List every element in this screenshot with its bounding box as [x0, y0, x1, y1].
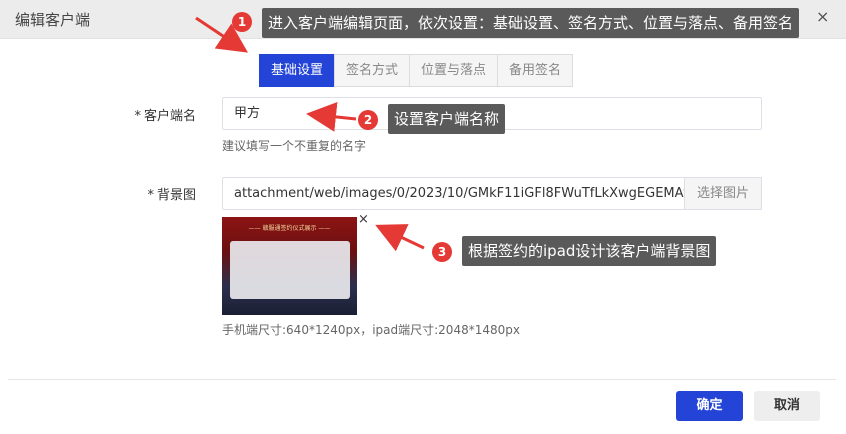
annotation-2-badge: 2 [358, 110, 378, 130]
annotation-1-badge: 1 [232, 12, 252, 32]
annotation-arrows [195, 16, 425, 252]
annotation-3-badge: 3 [432, 242, 452, 262]
annotation-3-callout: 根据签约的ipad设计该客户端背景图 [462, 236, 717, 266]
annotation-1-callout: 进入客户端编辑页面，依次设置：基础设置、签名方式、位置与落点、备用签名 [262, 8, 800, 38]
arrow-2 [306, 101, 357, 132]
annotation-2-callout: 设置客户端名称 [388, 104, 506, 134]
arrow-3 [375, 224, 425, 252]
